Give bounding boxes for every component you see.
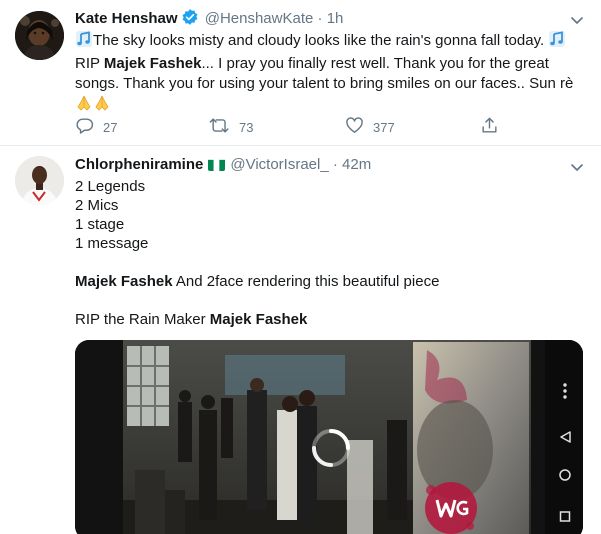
display-name[interactable]: Kate Henshaw [75,10,178,27]
share-icon [480,116,499,138]
tweet-text-line1: The sky looks misty and cloudy looks lik… [93,32,545,49]
tweet-text: The sky looks misty and cloudy looks lik… [75,30,575,118]
display-name[interactable]: Chlorpheniramine [75,156,203,173]
verified-badge-icon [181,8,199,32]
like-button[interactable]: 377 [345,116,395,138]
more-options-icon[interactable] [563,383,567,399]
avatar[interactable] [15,156,64,205]
watermark-logo [425,482,477,534]
share-button[interactable] [480,116,499,138]
praying-hands-icon [93,94,111,118]
separator-dot: · [332,156,338,173]
avatar[interactable] [15,11,64,60]
separator-dot: · [317,10,323,27]
tweet-header: Kate Henshaw @HenshawKate · 1h [75,8,343,32]
retweet-icon [209,116,230,138]
tweet-chlorpheniramine[interactable]: Chlorpheniramine @VictorIsrael_ · 42m 2 L… [0,147,601,534]
caret-down-icon[interactable] [569,159,585,180]
tweet-timestamp[interactable]: 1h [327,10,344,27]
user-handle[interactable]: @VictorIsrael_ [230,156,328,173]
user-handle[interactable]: @HenshawKate [205,10,314,27]
tweet-text-line: 1 stage [75,216,125,233]
reply-count: 27 [103,119,118,135]
tweet-text-bold-name: Majek Fashek [103,55,202,72]
tweet-text-plain: RIP the Rain Maker [75,311,206,328]
praying-hands-icon [75,94,93,118]
like-icon [345,116,364,138]
embedded-video[interactable] [75,340,583,534]
reply-button[interactable]: 27 [75,116,117,138]
tweet-text-rip: RIP [75,55,100,72]
tweet-header: Chlorpheniramine @VictorIsrael_ · 42m [75,155,371,175]
tweet-text-rest: And 2face rendering this beautiful piece [175,273,440,290]
tweet-kate-henshaw[interactable]: Kate Henshaw @HenshawKate · 1h The sky l… [0,0,601,146]
music-note-icon [75,30,93,54]
reply-icon [75,116,94,138]
tweet-text-line: 2 Legends [75,178,146,195]
like-count: 377 [373,119,395,135]
tweet-text-line: Majek Fashek And 2face rendering this be… [75,272,439,292]
retweet-button[interactable]: 73 [209,116,253,138]
tweet-text-bold-name: Majek Fashek [209,311,308,328]
tweet-text-line: 2 Mics [75,197,119,214]
tweet-text-bold-name: Majek Fashek [75,273,173,290]
nigeria-flag-icon [208,158,226,171]
tweet-timestamp[interactable]: 42m [342,156,371,173]
tweet-text-line: 1 message [75,235,149,252]
video-frame [75,340,583,534]
tweet-text-line: RIP the Rain Maker Majek Fashek [75,310,307,330]
tweet-actions: 27 73 377 [75,116,505,136]
music-note-icon [548,30,566,54]
retweet-count: 73 [239,119,254,135]
